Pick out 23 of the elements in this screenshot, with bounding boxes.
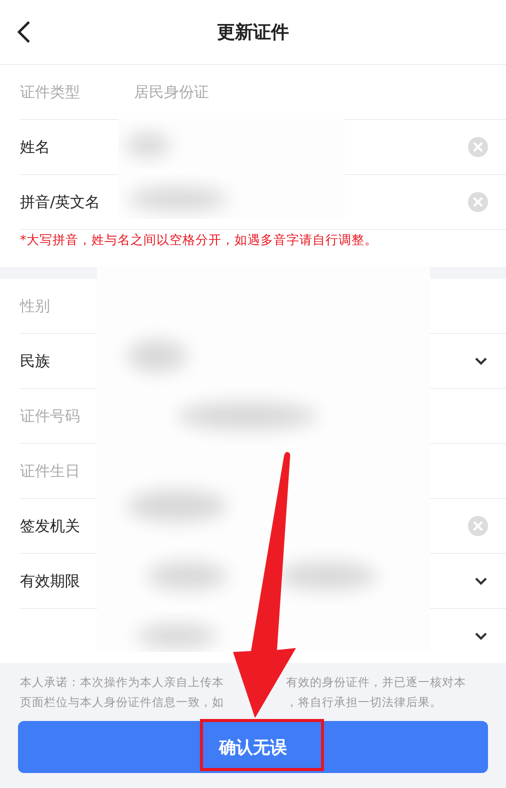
blurred-text bbox=[126, 133, 170, 157]
page-title: 更新证件 bbox=[217, 21, 289, 44]
field-label: 证件类型 bbox=[20, 82, 81, 102]
confirm-button[interactable]: 确认无误 bbox=[18, 721, 488, 773]
promise-text: 本人承诺：本次操作为本人亲自上传本 bbox=[20, 674, 224, 691]
field-label: 姓名 bbox=[20, 138, 51, 156]
chevron-down-icon[interactable] bbox=[474, 576, 488, 586]
field-label: 拼音/英文名 bbox=[20, 192, 102, 212]
field-label: 性别 bbox=[20, 296, 51, 316]
chevron-down-icon[interactable] bbox=[474, 631, 488, 641]
promise-text: 有效的身份证件，并已逐一核对本 bbox=[286, 674, 466, 691]
back-icon[interactable] bbox=[16, 20, 32, 44]
field-label: 签发机关 bbox=[20, 516, 81, 536]
chevron-down-icon[interactable] bbox=[474, 356, 488, 366]
field-label: 证件号码 bbox=[20, 406, 81, 426]
field-label: 有效期限 bbox=[20, 572, 81, 590]
promise-text: ，将自行承担一切法律后果。 bbox=[286, 694, 442, 711]
promise-text: 页面栏位与本人身份证件信息一致，如 bbox=[20, 694, 224, 711]
field-value: 居民身份证 bbox=[134, 82, 210, 102]
hint-text: *大写拼音，姓与名之间以空格分开，如遇多音字请自行调整。 bbox=[20, 231, 378, 249]
field-label: 证件生日 bbox=[20, 462, 81, 480]
blurred-text bbox=[127, 340, 187, 372]
field-label: 民族 bbox=[20, 352, 51, 370]
